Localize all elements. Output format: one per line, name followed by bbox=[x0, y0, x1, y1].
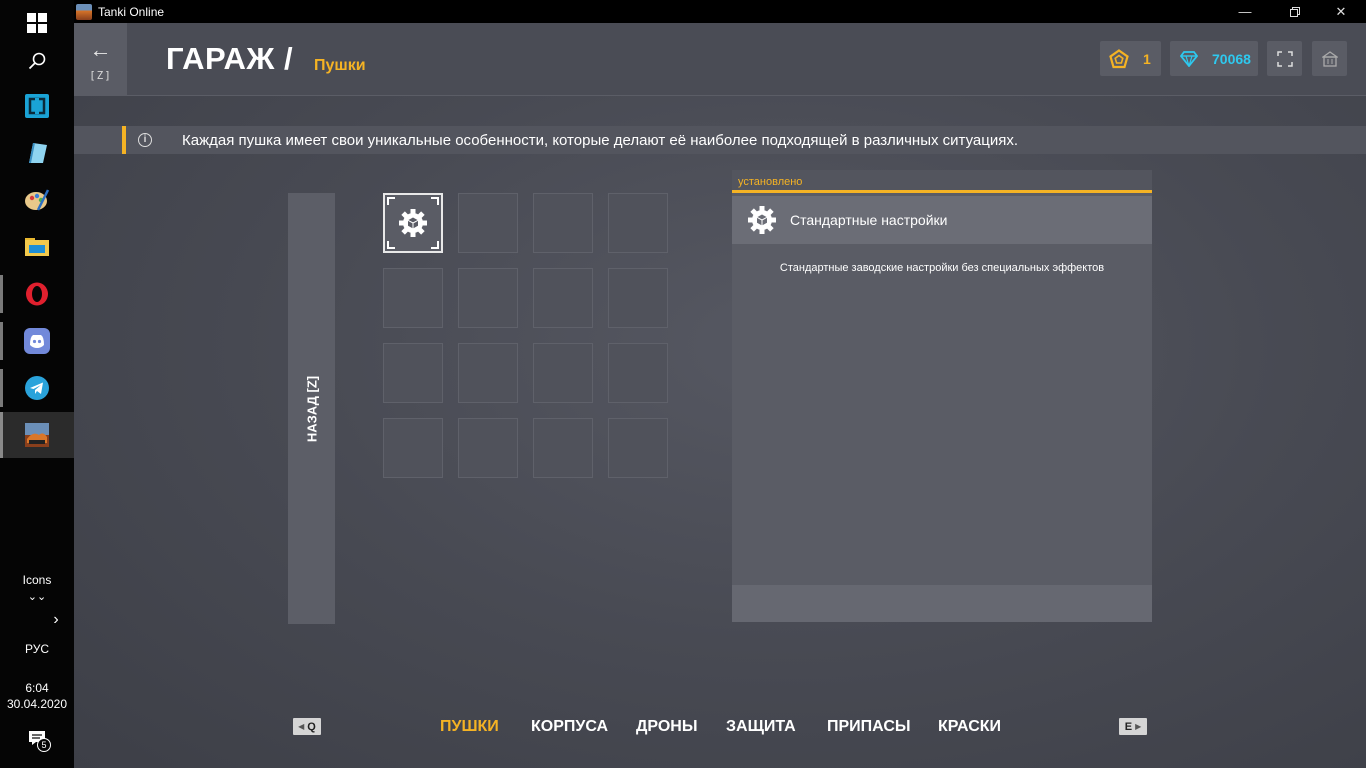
tanki-online-app-icon bbox=[76, 3, 92, 20]
item-header: Стандартные настройки bbox=[732, 196, 1152, 244]
clock-date[interactable]: 30.04.2020 bbox=[0, 697, 74, 711]
tab-protection[interactable]: ЗАЩИТА bbox=[726, 718, 796, 736]
item-slot-empty[interactable] bbox=[533, 268, 593, 328]
item-description: Стандартные заводские настройки без спец… bbox=[779, 262, 1105, 274]
discord-icon[interactable] bbox=[0, 318, 74, 364]
tab-paints[interactable]: КРАСКИ bbox=[938, 718, 1001, 736]
item-slot-empty[interactable] bbox=[458, 193, 518, 253]
gear-icon bbox=[399, 209, 427, 237]
tab-hulls[interactable]: КОРПУСА bbox=[531, 718, 608, 736]
notepad-icon[interactable] bbox=[0, 130, 74, 176]
next-key-label: E bbox=[1124, 720, 1133, 733]
clock-time[interactable]: 6:04 bbox=[0, 681, 74, 695]
item-slot-empty[interactable] bbox=[383, 418, 443, 478]
details-footer bbox=[732, 585, 1152, 622]
garage-header: ← [Z] ГАРАЖ / Пушки 1 70068 bbox=[74, 23, 1366, 96]
taskbar: Icons ⌄⌄ › РУС 6:04 30.04.2020 5 bbox=[0, 0, 74, 768]
info-accent-bar bbox=[122, 126, 126, 154]
item-slot-empty[interactable] bbox=[458, 343, 518, 403]
back-button[interactable]: ← [Z] bbox=[74, 23, 127, 96]
item-slot-selected[interactable] bbox=[383, 193, 443, 253]
installed-status: установлено bbox=[732, 170, 1152, 193]
star-pentagon-icon bbox=[1109, 48, 1129, 68]
telegram-icon[interactable] bbox=[0, 365, 74, 411]
info-icon: i bbox=[138, 133, 152, 147]
item-slot-empty[interactable] bbox=[383, 268, 443, 328]
item-slot-empty[interactable] bbox=[533, 343, 593, 403]
item-name: Стандартные настройки bbox=[790, 212, 948, 228]
fullscreen-button[interactable] bbox=[1267, 41, 1302, 76]
item-details-panel: установлено Стандартные настройки Станда… bbox=[732, 170, 1152, 622]
opera-icon[interactable] bbox=[0, 271, 74, 317]
chevron-down-icon[interactable]: ⌄⌄ bbox=[0, 590, 74, 603]
tanki-online-icon[interactable] bbox=[0, 412, 74, 458]
gear-icon bbox=[748, 206, 776, 234]
item-slot-empty[interactable] bbox=[458, 418, 518, 478]
notification-count: 5 bbox=[37, 738, 51, 752]
crystal-icon bbox=[1180, 50, 1198, 67]
close-icon[interactable]: ✕ bbox=[1318, 0, 1364, 23]
item-slot-empty[interactable] bbox=[383, 343, 443, 403]
file-explorer-icon[interactable] bbox=[0, 223, 74, 269]
fullscreen-icon bbox=[1276, 50, 1293, 67]
garage-category-nav: ◀ Q ПУШКИ КОРПУСА ДРОНЫ ЗАЩИТА ПРИПАСЫ К… bbox=[74, 712, 1366, 742]
triangle-left-icon: ◀ bbox=[298, 722, 305, 731]
back-side-label: НАЗАД [Z] bbox=[304, 375, 319, 442]
tab-drones[interactable]: ДРОНЫ bbox=[636, 718, 698, 736]
building-icon bbox=[1321, 50, 1338, 67]
page-title: ГАРАЖ / bbox=[166, 41, 294, 76]
stars-value: 1 bbox=[1143, 50, 1151, 67]
paint-icon[interactable] bbox=[0, 177, 74, 223]
window-title: Tanki Online bbox=[98, 4, 165, 19]
clan-button[interactable] bbox=[1312, 41, 1347, 76]
prev-key-label: Q bbox=[307, 720, 316, 733]
minimize-icon[interactable]: — bbox=[1222, 0, 1268, 23]
next-category-button[interactable]: E ▶ bbox=[1119, 718, 1147, 735]
chevron-right-icon[interactable]: › bbox=[44, 611, 68, 629]
item-slot-empty[interactable] bbox=[533, 193, 593, 253]
icons-label[interactable]: Icons bbox=[0, 573, 74, 587]
window-titlebar[interactable]: Tanki Online — ✕ bbox=[74, 0, 1366, 23]
game-window: Tanki Online — ✕ ← [Z] ГАРАЖ / Пушки 1 7… bbox=[74, 0, 1366, 768]
info-banner: i Каждая пушка имеет свои уникальные осо… bbox=[74, 126, 1366, 154]
app-icon[interactable] bbox=[0, 83, 74, 129]
arrow-left-icon: ← bbox=[89, 37, 112, 62]
back-side-button[interactable]: НАЗАД [Z] bbox=[288, 193, 335, 624]
search-icon[interactable] bbox=[0, 38, 74, 84]
crystals-value: 70068 bbox=[1212, 50, 1251, 67]
crystals-counter[interactable]: 70068 bbox=[1170, 41, 1258, 76]
page-subtitle: Пушки bbox=[314, 57, 366, 74]
item-slot-empty[interactable] bbox=[608, 268, 668, 328]
back-key-hint: [Z] bbox=[89, 69, 112, 82]
item-slot-empty[interactable] bbox=[533, 418, 593, 478]
restore-icon[interactable] bbox=[1272, 0, 1318, 23]
item-slot-empty[interactable] bbox=[458, 268, 518, 328]
language-indicator[interactable]: РУС bbox=[0, 642, 74, 656]
info-text: Каждая пушка имеет свои уникальные особе… bbox=[182, 132, 1019, 149]
triangle-right-icon: ▶ bbox=[1135, 722, 1142, 731]
item-slot-empty[interactable] bbox=[608, 343, 668, 403]
stars-counter[interactable]: 1 bbox=[1100, 41, 1161, 76]
prev-category-button[interactable]: ◀ Q bbox=[293, 718, 321, 735]
notifications-icon[interactable]: 5 bbox=[29, 731, 51, 752]
item-slot-empty[interactable] bbox=[608, 418, 668, 478]
tab-supplies[interactable]: ПРИПАСЫ bbox=[827, 718, 911, 736]
tab-guns[interactable]: ПУШКИ bbox=[440, 718, 499, 736]
item-slot-empty[interactable] bbox=[608, 193, 668, 253]
